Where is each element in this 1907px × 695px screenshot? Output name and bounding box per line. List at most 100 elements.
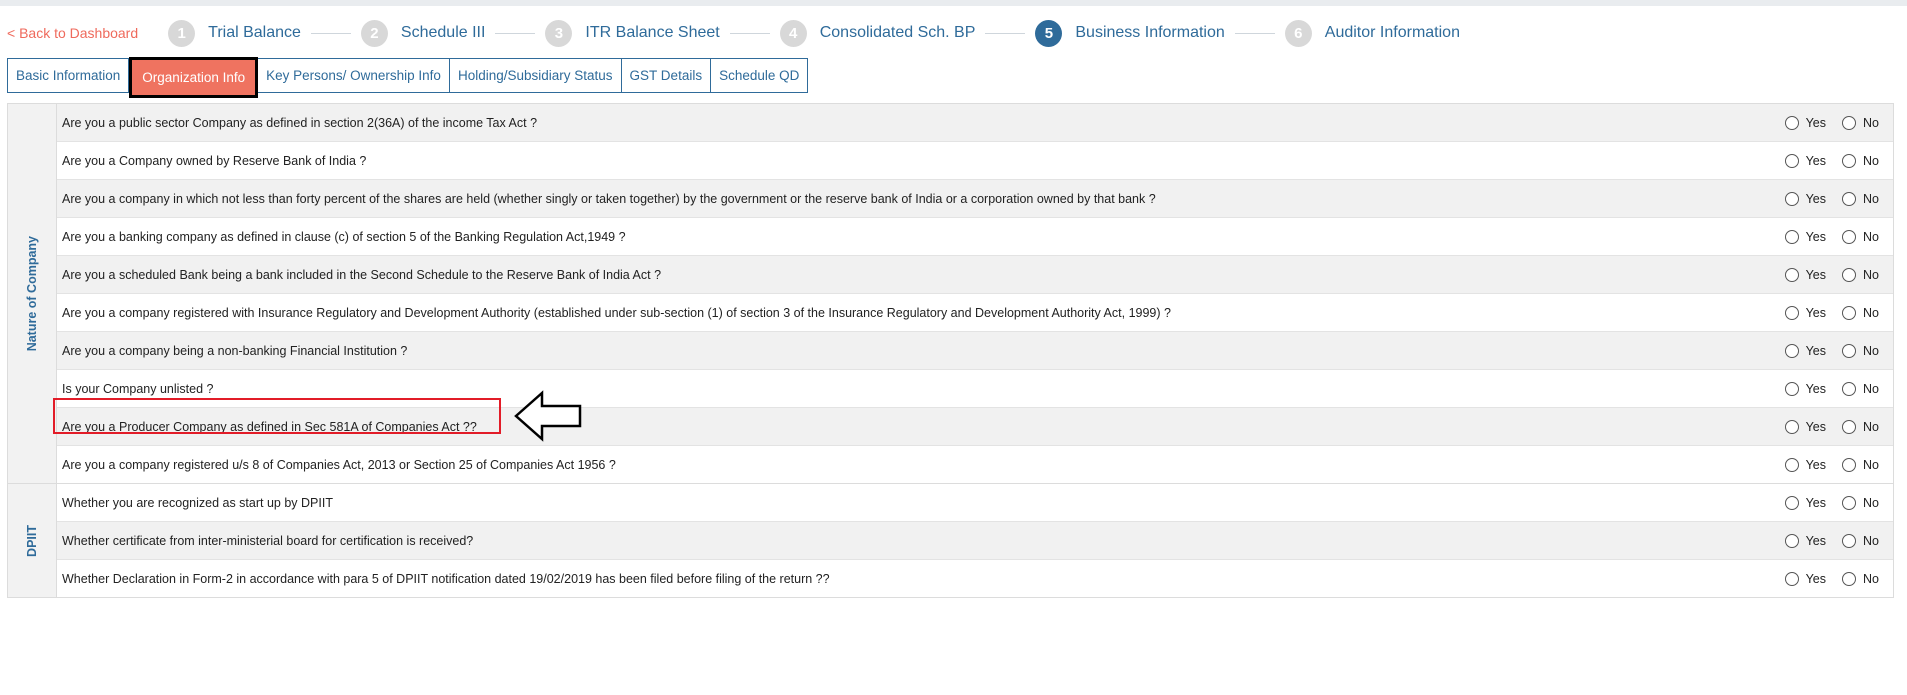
question-text: Whether Declaration in Form-2 in accorda… [62,571,830,586]
question-row: Whether certificate from inter-ministeri… [57,522,1893,560]
no-label: No [1863,267,1879,282]
yes-radio[interactable] [1784,191,1799,206]
question-row: Are you a public sector Company as defin… [57,104,1893,142]
yes-label: Yes [1805,419,1827,434]
organization-questions-table: Nature of Company Are you a public secto… [7,103,1894,598]
progress-stepper: < Back to Dashboard 1 Trial Balance 2 Sc… [7,18,1887,48]
step-label: Trial Balance [208,24,301,41]
no-label: No [1863,419,1879,434]
yes-no-options: Yes No [1784,229,1893,244]
yes-label: Yes [1805,381,1827,396]
step-schedule-iii[interactable]: 2 Schedule III [360,19,486,47]
yes-no-options: Yes No [1784,153,1893,168]
yes-no-options: Yes No [1784,457,1893,472]
step-connector [985,32,1026,34]
no-label: No [1863,305,1879,320]
yes-radio[interactable] [1784,343,1799,358]
question-row: Are you a scheduled Bank being a bank in… [57,256,1893,294]
step-consolidated-sch-bp[interactable]: 4 Consolidated Sch. BP [779,19,976,47]
question-text: Are you a company in which not less than… [62,191,1156,206]
no-radio[interactable] [1842,343,1857,358]
yes-radio[interactable] [1784,267,1799,282]
step-label: Business Information [1075,24,1225,41]
step-label: Consolidated Sch. BP [819,24,976,41]
no-radio[interactable] [1842,267,1857,282]
step-connector [729,32,770,34]
no-label: No [1863,153,1879,168]
yes-radio[interactable] [1784,457,1799,472]
step-number: 3 [545,19,573,47]
group-title-label: DPIIT [25,524,39,557]
yes-radio[interactable] [1784,571,1799,586]
no-radio[interactable] [1842,419,1857,434]
tab-gst-details[interactable]: GST Details [621,58,712,93]
yes-no-options: Yes No [1784,419,1893,434]
top-bar [0,0,1907,6]
no-label: No [1863,115,1879,130]
no-radio[interactable] [1842,115,1857,130]
section-tabs: Basic Information Organization Info Key … [7,57,809,98]
question-text: Are you a Company owned by Reserve Bank … [62,153,367,168]
no-radio[interactable] [1842,571,1857,586]
yes-label: Yes [1805,229,1827,244]
question-row: Are you a banking company as defined in … [57,218,1893,256]
question-text: Are you a banking company as defined in … [62,229,626,244]
no-label: No [1863,229,1879,244]
yes-no-options: Yes No [1784,343,1893,358]
step-itr-balance-sheet[interactable]: 3 ITR Balance Sheet [545,19,720,47]
step-number: 6 [1284,19,1312,47]
tab-holding-subsidiary-status[interactable]: Holding/Subsidiary Status [449,58,622,93]
question-text: Whether certificate from inter-ministeri… [62,533,474,548]
step-trial-balance[interactable]: 1 Trial Balance [168,19,301,47]
yes-label: Yes [1805,343,1827,358]
no-radio[interactable] [1842,153,1857,168]
step-connector [495,32,536,34]
question-row: Are you a company registered u/s 8 of Co… [57,446,1893,483]
step-label: Schedule III [400,24,486,41]
no-radio[interactable] [1842,305,1857,320]
tab-organization-info[interactable]: Organization Info [129,57,259,98]
no-label: No [1863,191,1879,206]
tab-schedule-qd[interactable]: Schedule QD [711,58,809,93]
yes-radio[interactable] [1784,381,1799,396]
yes-radio[interactable] [1784,153,1799,168]
question-text: Are you a company being a non-banking Fi… [62,343,408,358]
no-radio[interactable] [1842,381,1857,396]
yes-label: Yes [1805,495,1827,510]
no-radio[interactable] [1842,495,1857,510]
yes-radio[interactable] [1784,229,1799,244]
yes-label: Yes [1805,153,1827,168]
question-text: Is your Company unlisted ? [62,381,214,396]
yes-radio[interactable] [1784,115,1799,130]
question-row: Are you a Company owned by Reserve Bank … [57,142,1893,180]
no-radio[interactable] [1842,457,1857,472]
question-text: Are you a public sector Company as defin… [62,115,538,130]
no-label: No [1863,343,1879,358]
yes-label: Yes [1805,267,1827,282]
yes-no-options: Yes No [1784,267,1893,282]
question-row: Are you a company in which not less than… [57,180,1893,218]
tab-key-persons-ownership-info[interactable]: Key Persons/ Ownership Info [258,58,450,93]
yes-radio[interactable] [1784,305,1799,320]
no-radio[interactable] [1842,191,1857,206]
tab-basic-information[interactable]: Basic Information [7,58,130,93]
question-text: Are you a company registered u/s 8 of Co… [62,457,616,472]
no-radio[interactable] [1842,533,1857,548]
yes-no-options: Yes No [1784,191,1893,206]
no-radio[interactable] [1842,229,1857,244]
yes-radio[interactable] [1784,533,1799,548]
back-to-dashboard-link[interactable]: < Back to Dashboard [7,25,138,41]
question-rows: Are you a public sector Company as defin… [57,104,1893,483]
yes-no-options: Yes No [1784,571,1893,586]
question-text: Are you a company registered with Insura… [62,305,1171,320]
yes-radio[interactable] [1784,495,1799,510]
no-label: No [1863,381,1879,396]
step-auditor-information[interactable]: 6 Auditor Information [1284,19,1460,47]
step-label: Auditor Information [1324,24,1460,41]
group-title: DPIIT [8,484,57,597]
yes-radio[interactable] [1784,419,1799,434]
yes-label: Yes [1805,191,1827,206]
step-number: 4 [779,19,807,47]
step-business-information[interactable]: 5 Business Information [1035,19,1225,47]
yes-label: Yes [1805,457,1827,472]
